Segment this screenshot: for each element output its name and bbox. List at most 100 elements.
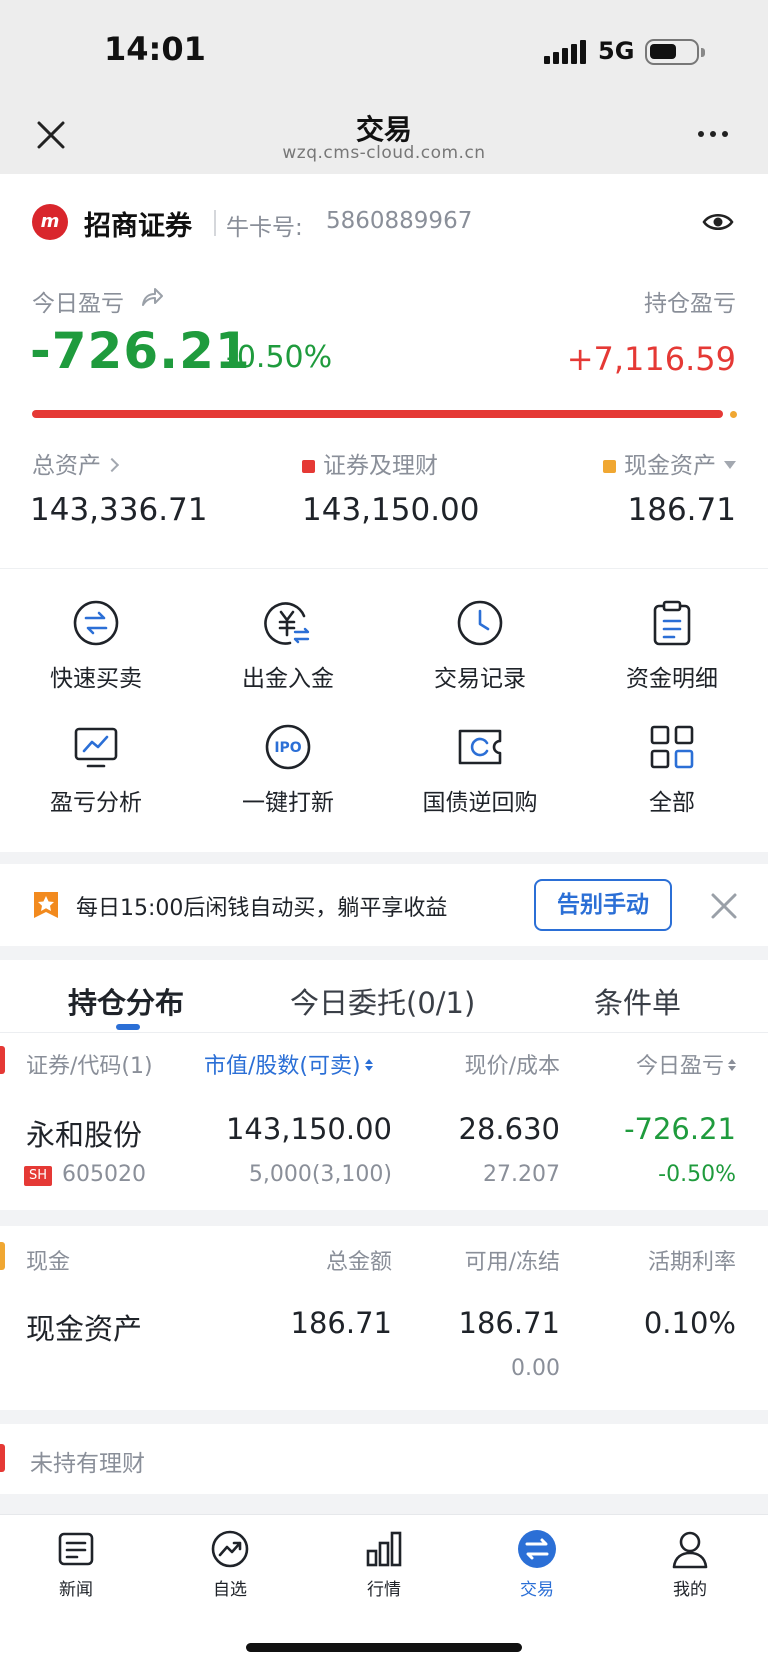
header-total: 总金额: [325, 1250, 392, 1275]
action-ipo[interactable]: IPO 一键打新: [192, 723, 384, 817]
ipo-icon: IPO: [265, 724, 311, 770]
total-assets-link[interactable]: 总资产: [32, 446, 120, 480]
action-bond-repo[interactable]: 国债逆回购: [384, 723, 576, 817]
action-transfer[interactable]: 出金入金: [192, 599, 384, 693]
promo-banner: 每日15:00后闲钱自动买，躺平享收益 告别手动: [0, 864, 768, 946]
status-time: 14:01: [104, 30, 206, 68]
section-marker: [0, 1444, 5, 1472]
stock-name: 永和股份: [26, 1118, 143, 1152]
market-value: 143,150.00: [225, 1112, 392, 1146]
trade-icon: [518, 1530, 556, 1568]
orange-legend-icon: [603, 460, 616, 473]
chevron-right-icon: [104, 457, 120, 473]
banner-action-button[interactable]: 告别手动: [534, 879, 672, 931]
banner-text: 每日15:00后闲钱自动买，躺平享收益: [76, 896, 448, 921]
action-pnl-analysis[interactable]: 盈亏分析: [0, 723, 192, 817]
cash-value: 186.71: [627, 492, 736, 528]
signal-icon: [544, 40, 586, 64]
sort-icon: [364, 1059, 373, 1071]
account-card: m 招商证券 牛卡号: 5860889967 今日盈亏 持仓盈亏 -726.21…: [0, 174, 768, 568]
caret-down-icon: [724, 461, 736, 469]
tab-news[interactable]: 新闻: [16, 1529, 136, 1600]
profile-icon: [672, 1531, 708, 1569]
grid-icon: [650, 725, 694, 769]
cash-allocation-dot: [730, 411, 737, 418]
cash-panel: 现金 总金额 可用/冻结 活期利率 现金资产 186.71 186.71 0.0…: [0, 1226, 768, 1410]
divider: [214, 210, 216, 236]
tab-market[interactable]: 行情: [324, 1529, 444, 1600]
star-badge-icon: [34, 892, 58, 918]
total-assets-label: 总资产: [32, 453, 101, 479]
news-icon: [58, 1532, 94, 1566]
cash-name: 现金资产: [26, 1312, 143, 1346]
securities-value: 143,150.00: [302, 492, 480, 528]
trend-icon: [211, 1530, 249, 1568]
tab-profile[interactable]: 我的: [630, 1529, 750, 1600]
sort-icon: [728, 1059, 736, 1071]
total-assets-value: 143,336.71: [30, 492, 208, 528]
home-indicator: [246, 1643, 522, 1652]
cash-available: 186.71: [458, 1306, 560, 1340]
holdings-panel: 持仓分布 今日委托(0/1) 条件单 证券/代码(1) 市值/股数(可卖) 现价…: [0, 960, 768, 1210]
section-marker: [0, 1046, 5, 1074]
header-available-frozen: 可用/冻结: [464, 1250, 560, 1275]
row-today-pnl-percent: -0.50%: [658, 1162, 736, 1187]
securities-label: 证券及理财: [323, 453, 438, 479]
active-tab-indicator: [116, 1024, 140, 1030]
yuan-transfer-icon: [264, 602, 310, 645]
today-pnl-value: -726.21: [30, 322, 251, 380]
svg-text:IPO: IPO: [274, 740, 301, 756]
share-count: 5,000(3,100): [248, 1162, 392, 1187]
tab-watchlist[interactable]: 自选: [170, 1529, 290, 1600]
row-today-pnl: -726.21: [624, 1112, 736, 1146]
divider: [0, 1032, 768, 1033]
page-title: 交易: [355, 113, 412, 146]
battery-icon: [645, 39, 705, 65]
tab-conditional-orders[interactable]: 条件单: [594, 980, 681, 1022]
market-badge: SH: [24, 1166, 52, 1186]
bond-repo-icon: [458, 729, 502, 765]
holding-pnl-value: +7,116.59: [566, 340, 736, 378]
header-market-value[interactable]: 市值/股数(可卖): [204, 1048, 373, 1080]
page-url: wzq.cms-cloud.com.cn: [282, 143, 486, 163]
tab-trade[interactable]: 交易: [477, 1529, 597, 1600]
quick-actions: 快速买卖 出金入金 交易记录 资金明细 盈亏分析 IPO 一键打新 国债逆回购 …: [0, 568, 768, 852]
cash-rate: 0.10%: [643, 1306, 736, 1340]
broker-name: 招商证券: [84, 211, 192, 242]
holding-pnl-label: 持仓盈亏: [644, 291, 736, 317]
cash-assets-toggle[interactable]: 现金资产: [603, 446, 736, 480]
broker-logo: m: [32, 204, 68, 240]
clock-icon: [457, 600, 503, 646]
card-number-label: 牛卡号:: [226, 215, 303, 241]
cash-frozen: 0.00: [511, 1356, 560, 1381]
asset-allocation-bar: [32, 410, 723, 418]
close-icon[interactable]: [710, 892, 738, 920]
red-legend-icon: [302, 460, 315, 473]
header-rate: 活期利率: [647, 1250, 736, 1275]
header-cash: 现金: [26, 1250, 71, 1275]
stock-code: 605020: [62, 1162, 146, 1187]
action-all[interactable]: 全部: [576, 723, 768, 817]
cash-total: 186.71: [290, 1306, 392, 1340]
clipboard-icon: [653, 600, 691, 646]
no-wealth-text: 未持有理财: [30, 1451, 145, 1477]
tab-holdings[interactable]: 持仓分布: [68, 980, 184, 1022]
today-pnl-label: 今日盈亏: [32, 291, 124, 317]
today-pnl-percent: -0.50%: [226, 340, 333, 375]
action-fund-details[interactable]: 资金明细: [576, 599, 768, 693]
browser-header: 14:01 5G 交易 wzq.cms-cloud.com.cn: [0, 0, 768, 174]
wealth-section[interactable]: 未持有理财: [0, 1424, 768, 1494]
share-icon[interactable]: [140, 286, 164, 308]
securities-label-group: 证券及理财: [302, 446, 438, 480]
section-marker: [0, 1242, 5, 1270]
cash-label: 现金资产: [624, 453, 716, 479]
more-icon[interactable]: [698, 131, 728, 137]
header-today-pnl[interactable]: 今日盈亏: [636, 1048, 736, 1080]
tab-today-orders[interactable]: 今日委托(0/1): [290, 980, 475, 1022]
current-price: 28.630: [458, 1112, 560, 1146]
eye-icon[interactable]: [702, 210, 734, 234]
action-quick-trade[interactable]: 快速买卖: [0, 599, 192, 693]
network-type: 5G: [598, 37, 635, 65]
swap-icon: [73, 600, 119, 646]
action-trade-history[interactable]: 交易记录: [384, 599, 576, 693]
